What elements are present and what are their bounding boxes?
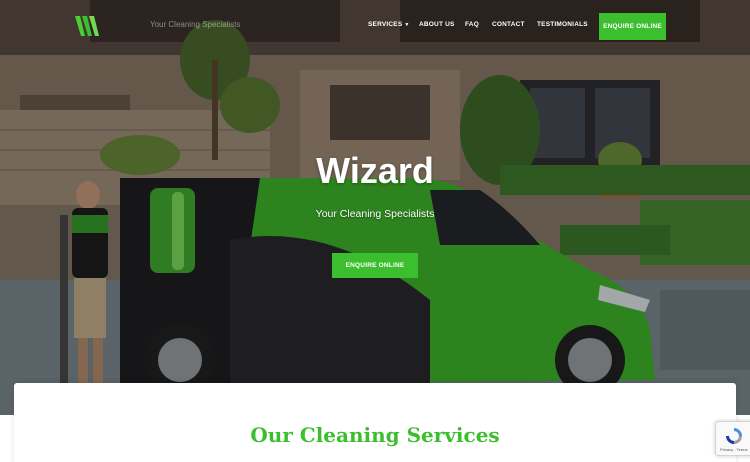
nav-item-contact[interactable]: CONTACT (492, 21, 525, 28)
hero-subtitle: Your Cleaning Specialists (315, 208, 435, 220)
recaptcha-icon (726, 428, 742, 444)
caret-down-icon: ▼ (404, 22, 410, 28)
brand-tagline: Your Cleaning Specialists (150, 20, 241, 29)
nav-item-services[interactable]: SERVICES ▼ (368, 21, 410, 28)
nav-enquire-online-button[interactable]: ENQUIRE ONLINE (599, 13, 666, 40)
nav-item-faq[interactable]: FAQ (465, 21, 479, 28)
services-section-title: Our Cleaning Services (250, 423, 500, 447)
hero-section: Your Cleaning Specialists SERVICES ▼ ABOU… (0, 0, 750, 415)
services-section: Our Cleaning Services (14, 383, 736, 462)
nav-item-label: SERVICES (368, 21, 403, 28)
top-navbar: Your Cleaning Specialists SERVICES ▼ ABOU… (0, 0, 750, 52)
nav-item-about-us[interactable]: ABOUT US (419, 21, 455, 28)
nav-item-testimonials[interactable]: TESTIMONIALS (537, 21, 588, 28)
hero-enquire-online-button[interactable]: ENQUIRE ONLINE (332, 253, 418, 278)
wizard-logo-icon[interactable] (74, 15, 102, 37)
hero-title: Wizard (316, 150, 434, 191)
recaptcha-terms-link[interactable]: Privacy - Terms (720, 447, 747, 452)
